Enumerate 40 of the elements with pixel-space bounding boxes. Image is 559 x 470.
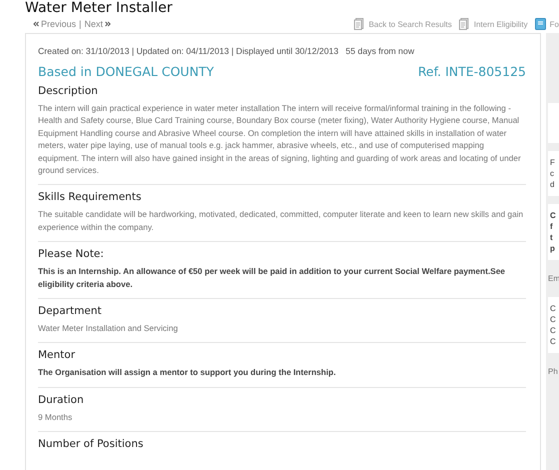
sidebar-label: Ph — [548, 366, 558, 378]
sidebar-text: C — [550, 210, 556, 221]
action-link[interactable]: Fo — [534, 18, 559, 30]
sidebar-text: C — [550, 336, 556, 347]
action-link[interactable]: Intern Eligibility — [458, 18, 528, 30]
section-text: The Organisation will assign a mentor to support you during the Internship. — [38, 366, 337, 379]
sidebar-text: p — [550, 243, 555, 254]
double-chevron-left-icon — [33, 21, 39, 27]
location-heading: Based in DONEGAL COUNTY — [38, 64, 214, 79]
section-text: This is an Internship. An allowance of €50 per week will be paid in addition to your current Social Welfare payment.See eligibility criteria above. — [38, 265, 506, 290]
separator-text: | — [79, 19, 82, 29]
section-text: The intern will gain practical experience in water meter installation The intern will receive formal/informal training in the following - Health and Safety course, Blue Card Training course, Boundary Box course (meter fixing), Water Authority Hygiene course, Manual Equipment Handling course and Abrasive Wheel course. On completion the intern will have attained skills in installation of water meters, water pipe laying, use of manual tools e.g. jack hammer, abrasive wheels, etc., and use of computerised mapping equipment. The intern will also have gained insight in the areas of signing, lighting and guarding of work areas and locating of under ground services. — [38, 102, 522, 176]
section-heading: Please Note: — [38, 248, 105, 260]
next-link[interactable]: Next — [84, 19, 111, 29]
document-icon — [354, 18, 365, 30]
sidebar-text: F — [550, 157, 555, 168]
section-heading: Description — [38, 85, 99, 97]
section-text: The suitable candidate will be hardworking, motivated, dedicated, committed, computer literate and keen to learn new skills and gain experience within the company. — [38, 208, 524, 234]
meta-text: Created on: 31/10/2013 | Updated on: 04/11/2013 | Displayed until 30/12/2013 55 days from now — [38, 46, 416, 56]
sidebar-text: C — [550, 314, 556, 325]
section-heading: Mentor — [38, 349, 76, 362]
double-chevron-right-icon — [104, 21, 111, 27]
action-link[interactable]: Back to Search Results — [354, 18, 452, 30]
page-title: Water Meter Installer — [25, 0, 172, 16]
section-heading: Number of Positions — [38, 438, 144, 450]
sidebar-text: c — [550, 168, 554, 179]
reference-text: Ref. INTE-805125 — [418, 64, 526, 79]
sidebar-text: t — [550, 232, 553, 243]
sidebar-text: d — [550, 179, 554, 190]
sidebar-text: C — [550, 325, 556, 336]
sidebar-text: C — [550, 303, 556, 314]
page-icon — [534, 18, 546, 30]
document-icon — [458, 18, 470, 30]
section-text: Water Meter Installation and Servicing — [38, 322, 179, 334]
section-text: 9 Months — [38, 410, 74, 424]
section-heading: Skills Requirements — [38, 191, 142, 204]
previous-link[interactable]: Previous — [33, 19, 76, 29]
section-heading: Duration — [38, 394, 85, 406]
section-heading: Department — [38, 305, 103, 318]
sidebar-text: f — [550, 221, 553, 232]
